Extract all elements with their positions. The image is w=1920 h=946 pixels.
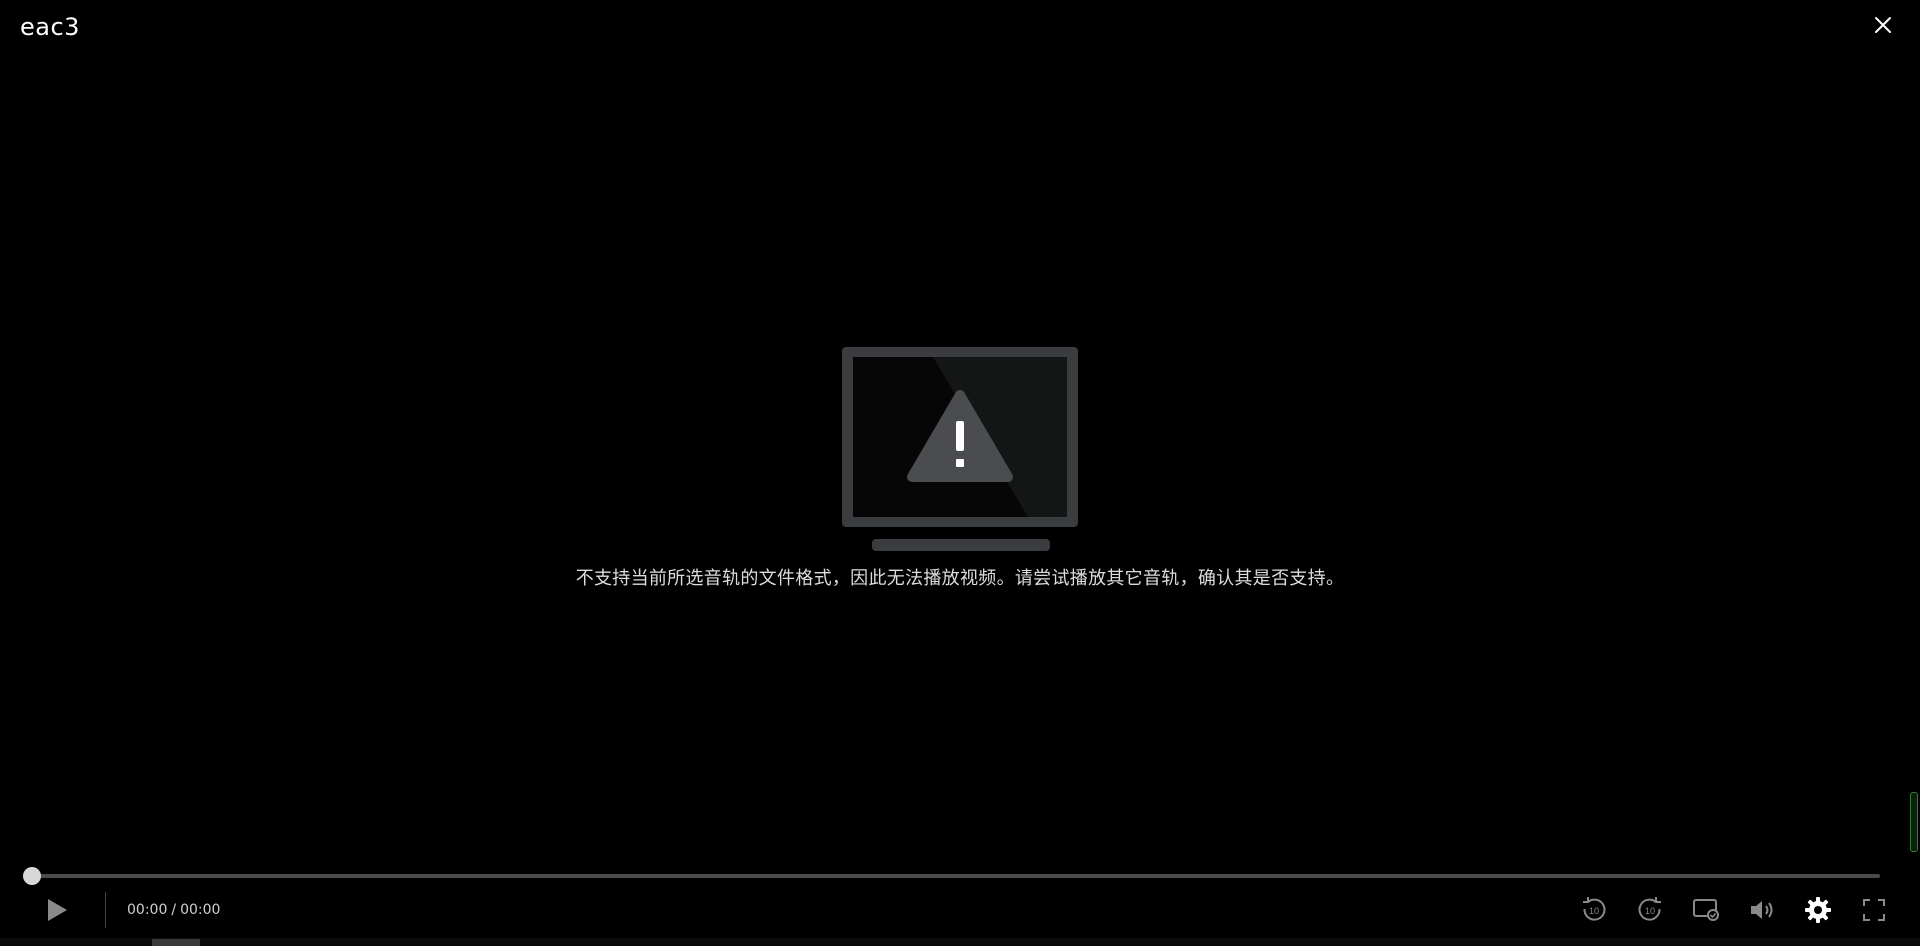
bottom-strip bbox=[0, 938, 1920, 946]
seek-knob[interactable] bbox=[23, 867, 41, 885]
play-icon bbox=[48, 899, 67, 921]
forward-10-button[interactable]: 10 bbox=[1634, 894, 1666, 926]
cast-button[interactable] bbox=[1690, 894, 1722, 926]
forward-10-icon: 10 bbox=[1638, 897, 1661, 921]
fullscreen-icon bbox=[1863, 899, 1885, 921]
scroll-indicator bbox=[1910, 792, 1918, 852]
forward-10-label: 10 bbox=[1645, 906, 1655, 916]
cast-icon bbox=[1693, 899, 1719, 921]
duration: 00:00 bbox=[180, 902, 221, 918]
volume-button[interactable] bbox=[1746, 894, 1778, 926]
current-time: 00:00 bbox=[127, 902, 168, 918]
video-player: eac3 不支持当前所选音轨的文件格式，因此无法播放视频。请尝试播放其它音轨，确… bbox=[0, 0, 1920, 946]
close-button[interactable] bbox=[1868, 10, 1898, 40]
play-button[interactable] bbox=[42, 894, 72, 926]
volume-icon bbox=[1751, 901, 1773, 919]
monitor-warning-icon bbox=[842, 347, 1078, 551]
fullscreen-button[interactable] bbox=[1858, 894, 1890, 926]
seek-bar[interactable] bbox=[23, 867, 1880, 885]
rewind-10-icon: 10 bbox=[1583, 897, 1606, 921]
error-message: 不支持当前所选音轨的文件格式，因此无法播放视频。请尝试播放其它音轨，确认其是否支… bbox=[575, 568, 1345, 589]
right-controls: 10 10 bbox=[1554, 894, 1890, 926]
error-panel: 不支持当前所选音轨的文件格式，因此无法播放视频。请尝试播放其它音轨，确认其是否支… bbox=[0, 345, 1920, 591]
rewind-10-label: 10 bbox=[1589, 906, 1599, 916]
time-separator: / bbox=[171, 902, 177, 918]
control-bar: 00:00/00:00 10 10 bbox=[0, 888, 1920, 932]
time-display: 00:00/00:00 bbox=[127, 900, 220, 920]
settings-icon bbox=[1805, 897, 1831, 923]
video-title: eac3 bbox=[20, 13, 80, 41]
rewind-10-button[interactable]: 10 bbox=[1578, 894, 1610, 926]
close-icon bbox=[1875, 17, 1891, 33]
settings-button[interactable] bbox=[1802, 894, 1834, 926]
bottom-thumb bbox=[152, 939, 200, 946]
control-divider bbox=[105, 892, 106, 928]
